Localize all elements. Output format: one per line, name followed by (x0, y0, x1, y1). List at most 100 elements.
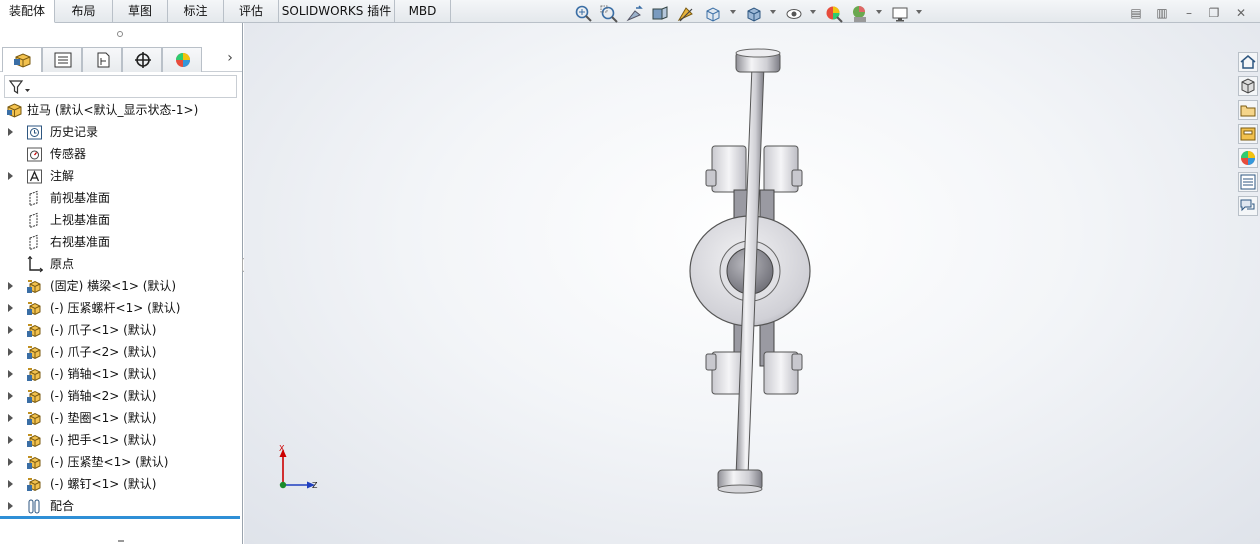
tree-item[interactable]: (-) 螺钉<1> (默认) (0, 473, 242, 495)
tree-item[interactable]: (-) 销轴<2> (默认) (0, 385, 242, 407)
tab-markup[interactable]: 标注 (168, 0, 224, 23)
expand-arrow-icon[interactable] (8, 326, 13, 334)
apply-scene-icon[interactable] (850, 4, 870, 24)
expand-arrow-icon[interactable] (8, 502, 13, 510)
file-explorer-button[interactable] (1238, 100, 1258, 120)
home-button[interactable] (1238, 52, 1258, 72)
expand-arrow-icon[interactable] (8, 458, 13, 466)
dimxpert-icon (135, 52, 151, 68)
panel-grip[interactable] (0, 23, 242, 45)
display-style-icon[interactable] (744, 4, 764, 24)
view-settings-dropdown-icon[interactable] (916, 10, 922, 14)
tab-evaluate[interactable]: 评估 (224, 0, 279, 23)
configurationmanager-icon (97, 52, 110, 68)
expand-arrow-icon[interactable] (8, 128, 13, 136)
triad-z-label: Z (312, 481, 318, 490)
tree-item[interactable]: 右视基准面 (0, 231, 242, 253)
tree-item[interactable]: 注解 (0, 165, 242, 187)
display-manager-tab[interactable] (162, 47, 202, 72)
tab-solidworks-addins[interactable]: SOLIDWORKS 插件 (279, 0, 395, 23)
collapse-right-icon[interactable]: ▥ (1154, 6, 1170, 20)
expand-arrow-icon[interactable] (8, 436, 13, 444)
forum-button[interactable] (1238, 196, 1258, 216)
view-settings-icon[interactable] (890, 4, 910, 24)
reference-triad: X Z (270, 440, 330, 496)
previous-view-icon[interactable] (625, 4, 645, 24)
featuremanager-icon (14, 53, 31, 68)
collapse-left-icon[interactable]: ▤ (1128, 6, 1144, 20)
panel-tabs-next-icon[interactable]: › (222, 50, 238, 68)
dimxpert-tab[interactable] (122, 47, 162, 72)
propertymanager-icon (54, 52, 72, 68)
tree-item[interactable]: (-) 把手<1> (默认) (0, 429, 242, 451)
tree-item[interactable]: (-) 爪子<1> (默认) (0, 319, 242, 341)
tree-item[interactable]: 上视基准面 (0, 209, 242, 231)
tree-item[interactable]: 原点 (0, 253, 242, 275)
expand-arrow-icon[interactable] (8, 370, 13, 378)
section-view-icon[interactable] (650, 4, 670, 24)
tree-item[interactable]: (-) 压紧螺杆<1> (默认) (0, 297, 242, 319)
hide-show-dropdown-icon[interactable] (810, 10, 816, 14)
edit-appearance-icon[interactable] (824, 4, 844, 24)
tree-item[interactable]: (固定) 横梁<1> (默认) (0, 275, 242, 297)
custom-properties-button[interactable] (1238, 172, 1258, 192)
file-explorer-icon (1240, 105, 1256, 117)
featuremanager-tab[interactable] (2, 47, 42, 72)
tree-root[interactable]: 拉马 (默认<默认_显示状态-1>) (0, 99, 242, 121)
configurationmanager-tab[interactable] (82, 47, 122, 72)
part-icon (27, 324, 41, 338)
zoom-to-area-icon[interactable] (599, 4, 619, 24)
triad-x-label: X (279, 444, 285, 453)
expand-arrow-icon[interactable] (8, 392, 13, 400)
display-manager-icon (176, 53, 190, 67)
view-orientation-icon[interactable] (703, 4, 723, 24)
view-palette-icon (1240, 127, 1256, 141)
plane-icon (29, 190, 38, 207)
tree-rollback-bar[interactable] (0, 516, 240, 519)
tree-item[interactable]: 前视基准面 (0, 187, 242, 209)
tree-item[interactable]: (-) 垫圈<1> (默认) (0, 407, 242, 429)
expand-arrow-icon[interactable] (8, 282, 13, 290)
expand-arrow-icon[interactable] (8, 348, 13, 356)
tree-item[interactable]: 配合 (0, 495, 242, 517)
assembly-model[interactable] (244, 23, 1260, 544)
appearances-button[interactable] (1238, 148, 1258, 168)
dynamic-annotation-icon[interactable] (676, 4, 696, 24)
tree-item[interactable]: 历史记录 (0, 121, 242, 143)
hide-show-items-icon[interactable] (784, 4, 804, 24)
feature-filter[interactable] (4, 75, 237, 98)
part-icon (27, 368, 41, 382)
3d-parts-button[interactable] (1238, 76, 1258, 96)
expand-arrow-icon[interactable] (8, 172, 13, 180)
panel-bottom-grip[interactable] (118, 540, 124, 542)
tab-mbd[interactable]: MBD (395, 0, 451, 23)
tree-item-label: (-) 把手<1> (默认) (50, 433, 157, 447)
expand-arrow-icon[interactable] (8, 414, 13, 422)
tree-item[interactable]: (-) 销轴<1> (默认) (0, 363, 242, 385)
zoom-to-fit-icon[interactable] (574, 4, 594, 24)
tree-item-label: 原点 (50, 257, 75, 271)
view-orientation-dropdown-icon[interactable] (730, 10, 736, 14)
tab-sketch[interactable]: 草图 (113, 0, 168, 23)
filter-icon (8, 80, 30, 95)
tab-assembly[interactable]: 装配体 (0, 0, 55, 23)
display-style-dropdown-icon[interactable] (770, 10, 776, 14)
expand-arrow-icon[interactable] (8, 480, 13, 488)
home-icon (1240, 55, 1256, 69)
expand-arrow-icon[interactable] (8, 304, 13, 312)
tree-item[interactable]: 传感器 (0, 143, 242, 165)
restore-icon[interactable]: ❐ (1206, 6, 1222, 20)
minimize-icon[interactable]: – (1181, 6, 1197, 20)
tree-item[interactable]: (-) 压紧垫<1> (默认) (0, 451, 242, 473)
part-icon (27, 434, 41, 448)
apply-scene-dropdown-icon[interactable] (876, 10, 882, 14)
view-palette-button[interactable] (1238, 124, 1258, 144)
propertymanager-tab[interactable] (42, 47, 82, 72)
close-icon[interactable]: ✕ (1233, 6, 1249, 20)
plane-icon (29, 234, 38, 251)
tab-layout[interactable]: 布局 (55, 0, 113, 23)
graphics-viewport[interactable]: X Z (244, 23, 1260, 544)
tree-item-label: (固定) 横梁<1> (默认) (50, 279, 177, 293)
custom-properties-icon (1240, 174, 1256, 190)
tree-item[interactable]: (-) 爪子<2> (默认) (0, 341, 242, 363)
